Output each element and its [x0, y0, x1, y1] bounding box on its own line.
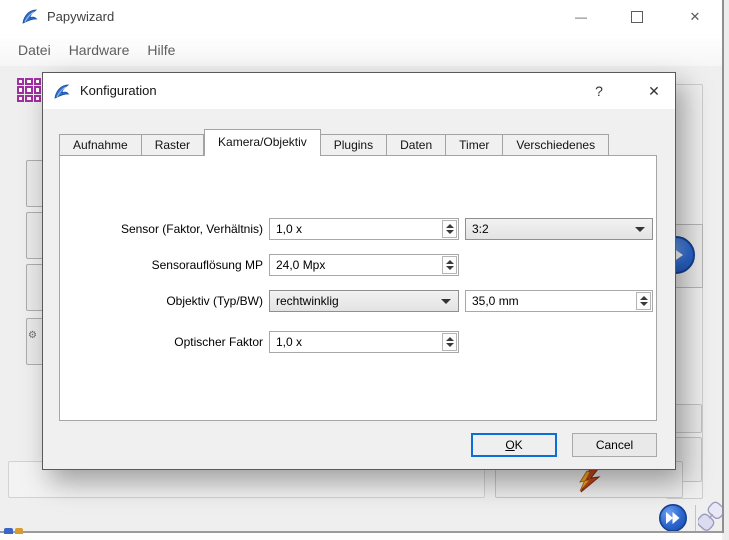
optical-factor-spinbox[interactable]: 1,0 x: [269, 331, 459, 353]
lens-type-value: rechtwinklig: [270, 294, 441, 308]
spin-down-icon[interactable]: [446, 230, 454, 234]
mosaic-grid-icon[interactable]: [17, 78, 41, 102]
dialog-title: Konfiguration: [80, 83, 157, 98]
maximize-button[interactable]: [620, 3, 654, 30]
cancel-label: Cancel: [596, 438, 633, 452]
menu-item-hilfe[interactable]: Hilfe: [138, 38, 184, 62]
window-right-margin: [724, 0, 729, 540]
tab-aufnahme[interactable]: Aufnahme: [59, 134, 142, 156]
ok-label: K: [515, 438, 523, 452]
minimize-button[interactable]: —: [564, 3, 598, 30]
close-icon: ✕: [690, 9, 701, 25]
dialog-close-icon: ✕: [648, 83, 660, 100]
label-sensor: Sensor (Faktor, Verhältnis): [59, 218, 263, 240]
chevron-down-icon: [441, 299, 451, 304]
label-optischer-faktor: Optischer Faktor: [59, 331, 263, 353]
spinner-buttons[interactable]: [442, 333, 457, 351]
ok-button[interactable]: OK: [471, 433, 557, 457]
gear-icon: ⚙: [28, 331, 37, 341]
ok-label-mnemonic: O: [505, 438, 514, 452]
below-window-area: [0, 533, 722, 540]
tab-kamera-objektiv[interactable]: Kamera/Objektiv: [204, 129, 321, 156]
menu-bar: Datei Hardware Hilfe: [0, 33, 722, 66]
chevron-down-icon: [635, 227, 645, 232]
spin-down-icon[interactable]: [446, 343, 454, 347]
tab-timer[interactable]: Timer: [446, 134, 503, 156]
window-titlebar: Papywizard — ✕: [0, 0, 722, 33]
focal-length-value: 35,0 mm: [466, 294, 636, 308]
optical-factor-value: 1,0 x: [270, 335, 442, 349]
window-title: Papywizard: [47, 9, 114, 24]
label-objektiv: Objektiv (Typ/BW): [59, 290, 263, 312]
dialog-help-button[interactable]: ?: [582, 77, 616, 105]
cancel-button[interactable]: Cancel: [572, 433, 657, 457]
fast-forward-icon[interactable]: [658, 503, 688, 533]
sensor-factor-spinbox[interactable]: 1,0 x: [269, 218, 459, 240]
dialog-logo-icon: [53, 83, 71, 101]
close-button[interactable]: ✕: [678, 3, 712, 30]
sensor-ratio-value: 3:2: [466, 222, 635, 236]
sensor-factor-value: 1,0 x: [270, 222, 442, 236]
tab-plugins[interactable]: Plugins: [321, 134, 387, 156]
spin-down-icon[interactable]: [640, 302, 648, 306]
tab-daten[interactable]: Daten: [387, 134, 446, 156]
label-sensor-resolution: Sensorauflösung MP: [59, 254, 263, 276]
spinner-buttons[interactable]: [636, 292, 651, 310]
spin-up-icon[interactable]: [446, 224, 454, 228]
dialog-close-button[interactable]: ✕: [637, 77, 671, 105]
lens-type-combobox[interactable]: rechtwinklig: [269, 290, 459, 312]
tab-verschiedenes[interactable]: Verschiedenes: [503, 134, 609, 156]
spin-up-icon[interactable]: [446, 337, 454, 341]
tab-raster[interactable]: Raster: [142, 134, 204, 156]
spin-up-icon[interactable]: [446, 260, 454, 264]
sensor-resolution-spinbox[interactable]: 24,0 Mpx: [269, 254, 459, 276]
sensor-ratio-combobox[interactable]: 3:2: [465, 218, 653, 240]
focal-length-spinbox[interactable]: 35,0 mm: [465, 290, 653, 312]
spinner-buttons[interactable]: [442, 256, 457, 274]
menu-item-datei[interactable]: Datei: [9, 38, 60, 62]
sensor-resolution-value: 24,0 Mpx: [270, 258, 442, 272]
dialog-tabs: Aufnahme Raster Kamera/Objektiv Plugins …: [59, 129, 609, 156]
konfiguration-dialog: Konfiguration ? ✕ Aufnahme Raster Kamera…: [42, 72, 676, 470]
cutoff-icon-gold: [15, 528, 23, 534]
menu-item-hardware[interactable]: Hardware: [60, 38, 139, 62]
dialog-titlebar: Konfiguration ? ✕: [43, 73, 675, 109]
cutoff-icon-blue: [4, 528, 13, 534]
help-icon: ?: [595, 83, 603, 99]
maximize-icon: [631, 11, 643, 23]
minimize-icon: —: [575, 10, 587, 24]
app-logo-icon: [21, 8, 39, 26]
tab-content-panel: [59, 155, 657, 421]
papywizard-window: Papywizard — ✕ Datei Hardware Hilfe ⚙: [0, 0, 729, 540]
spinner-buttons[interactable]: [442, 220, 457, 238]
spin-down-icon[interactable]: [446, 266, 454, 270]
status-divider: [695, 505, 696, 531]
spin-up-icon[interactable]: [640, 296, 648, 300]
connector-icon[interactable]: [698, 501, 725, 534]
